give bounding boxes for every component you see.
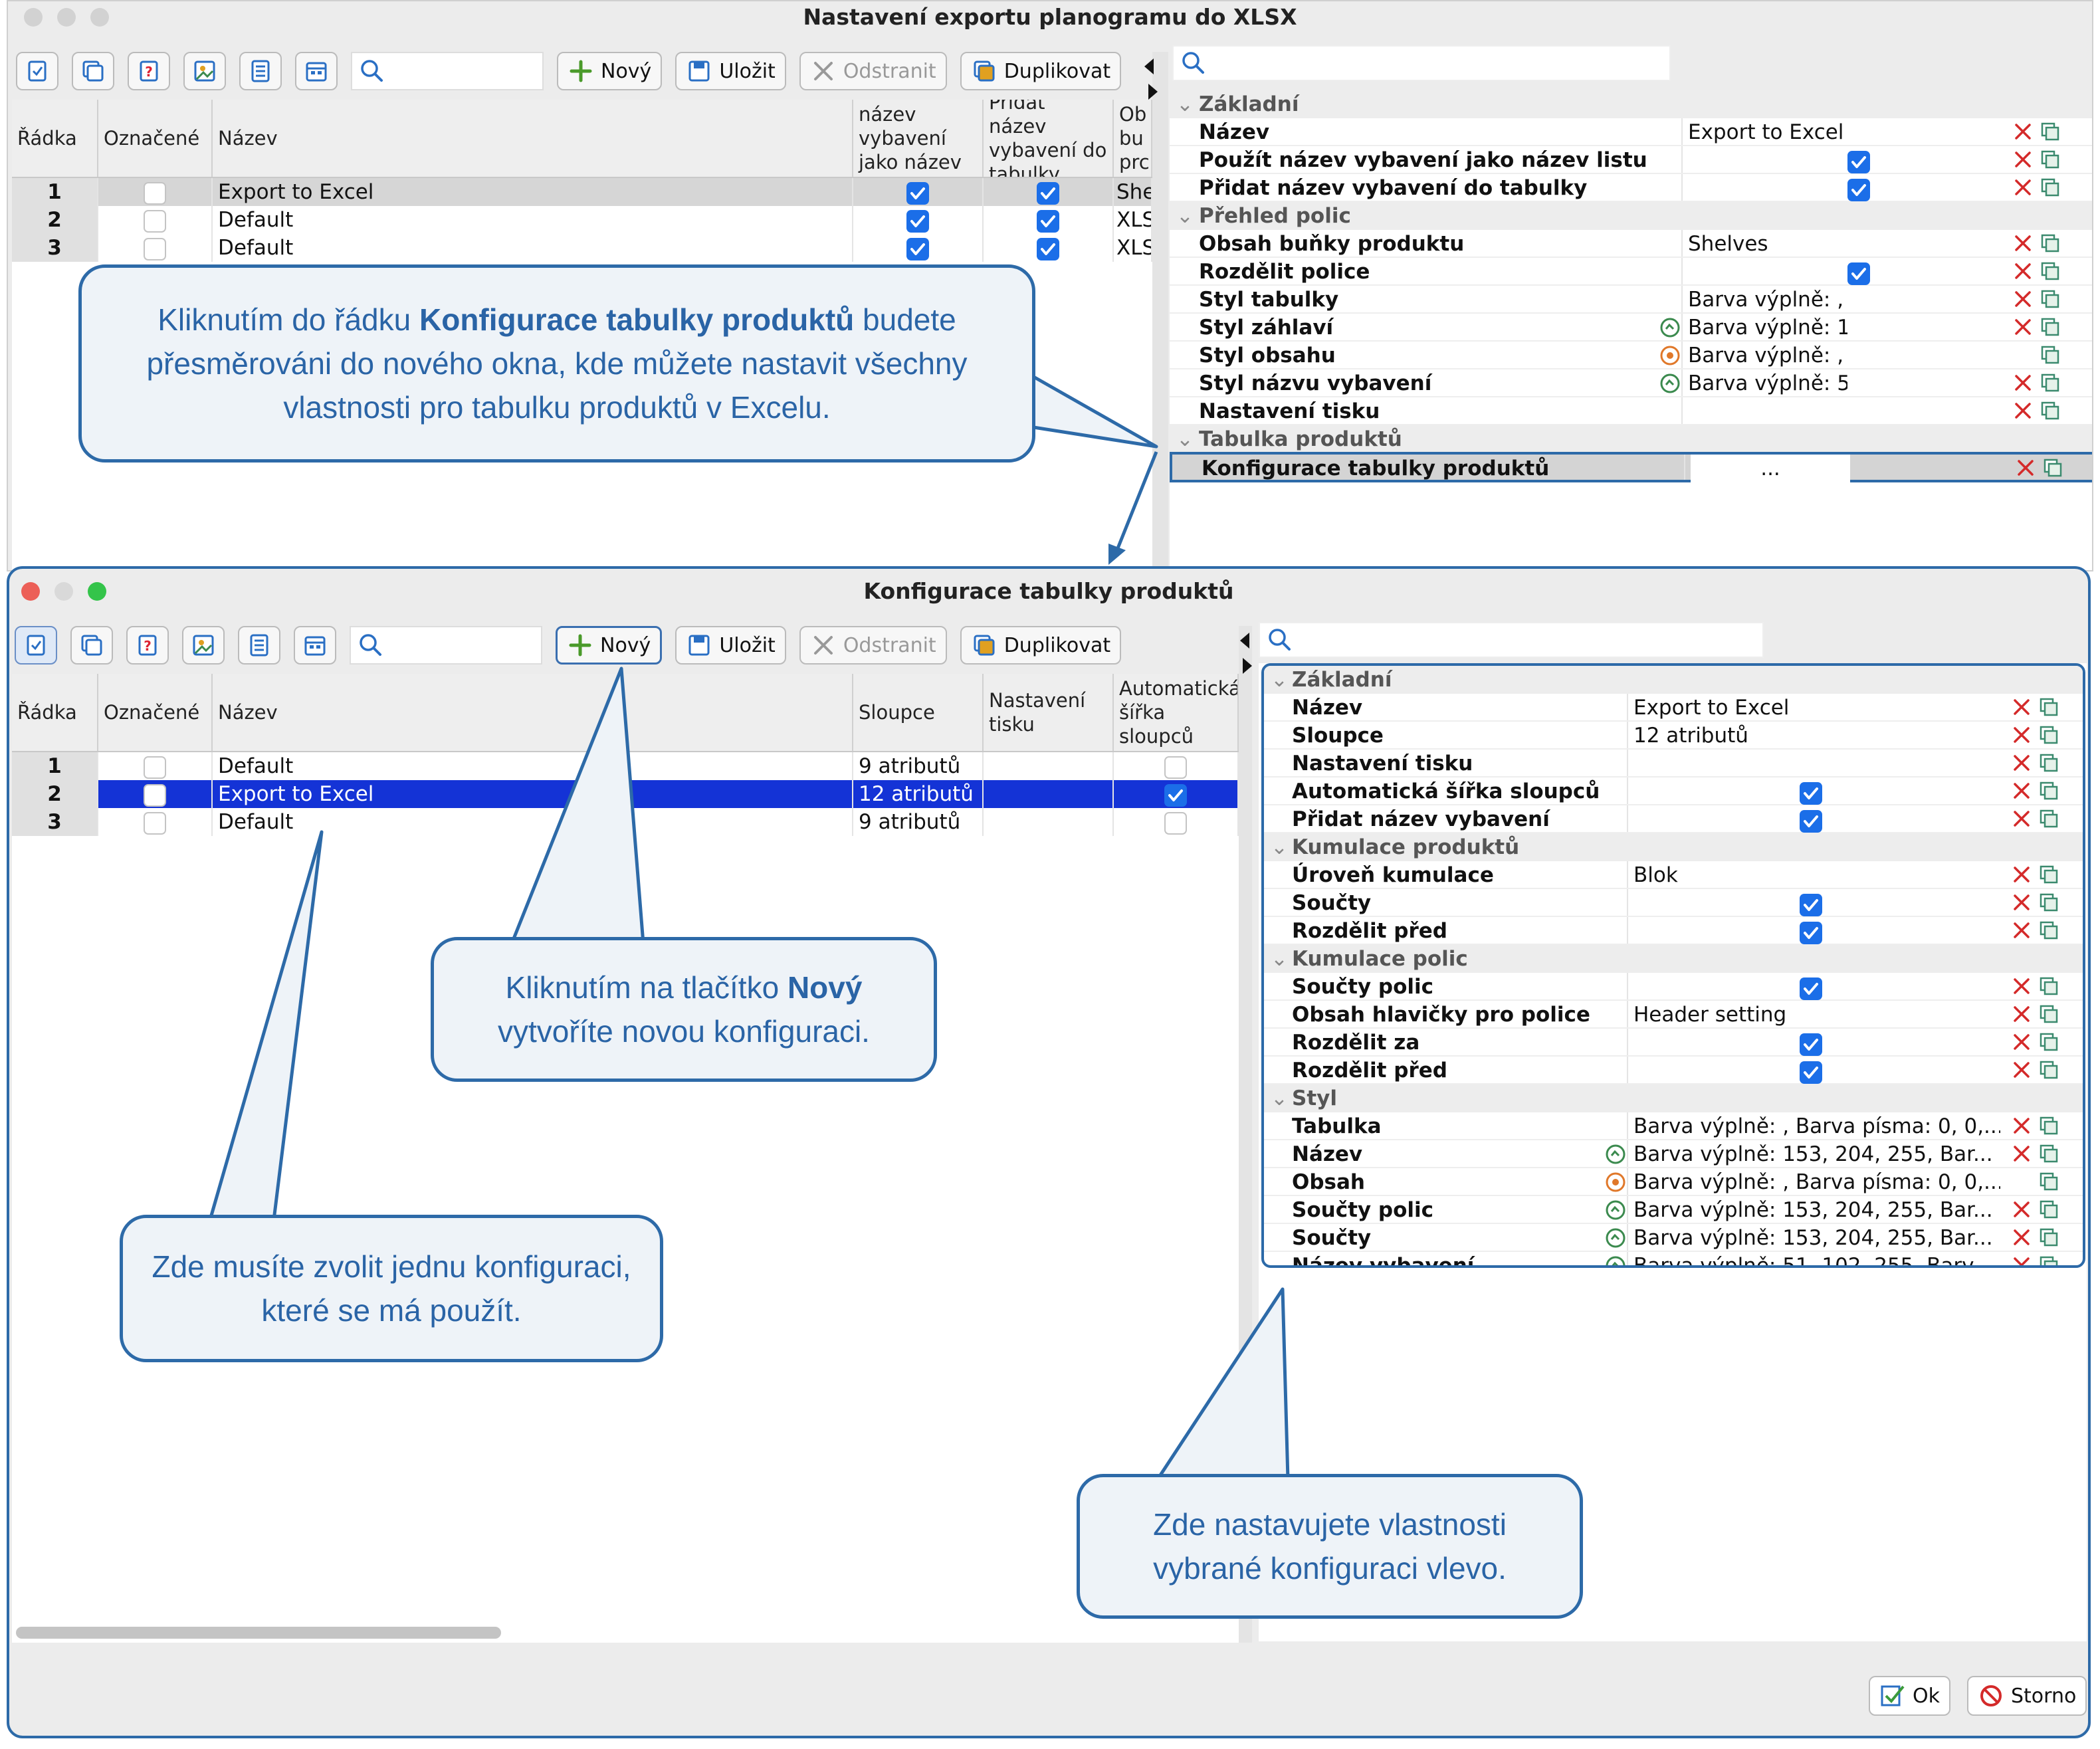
callout-4-tail	[1156, 1287, 1290, 1481]
callout-select-config-text: Zde musíte zvolit jednu konfiguraci, kte…	[152, 1249, 631, 1328]
callout-2-tail	[510, 667, 645, 946]
callout-new-button-text: Kliknutím na tlačítko Nový vytvoříte nov…	[498, 970, 870, 1049]
callout-new-button: Kliknutím na tlačítko Nový vytvoříte nov…	[431, 937, 937, 1082]
link-arrow-line	[1114, 451, 1158, 552]
callout-1-tail	[1019, 367, 1158, 449]
callout-pointers	[208, 367, 1290, 1481]
callout-properties-text: Zde nastavujete vlastnosti vybrané konfi…	[1153, 1507, 1507, 1586]
callout-properties: Zde nastavujete vlastnosti vybrané konfi…	[1077, 1474, 1583, 1619]
callout-config-row-text: Kliknutím do řádku Konfigurace tabulky p…	[146, 302, 968, 425]
callout-config-row: Kliknutím do řádku Konfigurace tabulky p…	[78, 264, 1035, 463]
callout-select-config: Zde musíte zvolit jednu konfiguraci, kte…	[120, 1215, 663, 1362]
callout-3-tail	[208, 830, 324, 1222]
